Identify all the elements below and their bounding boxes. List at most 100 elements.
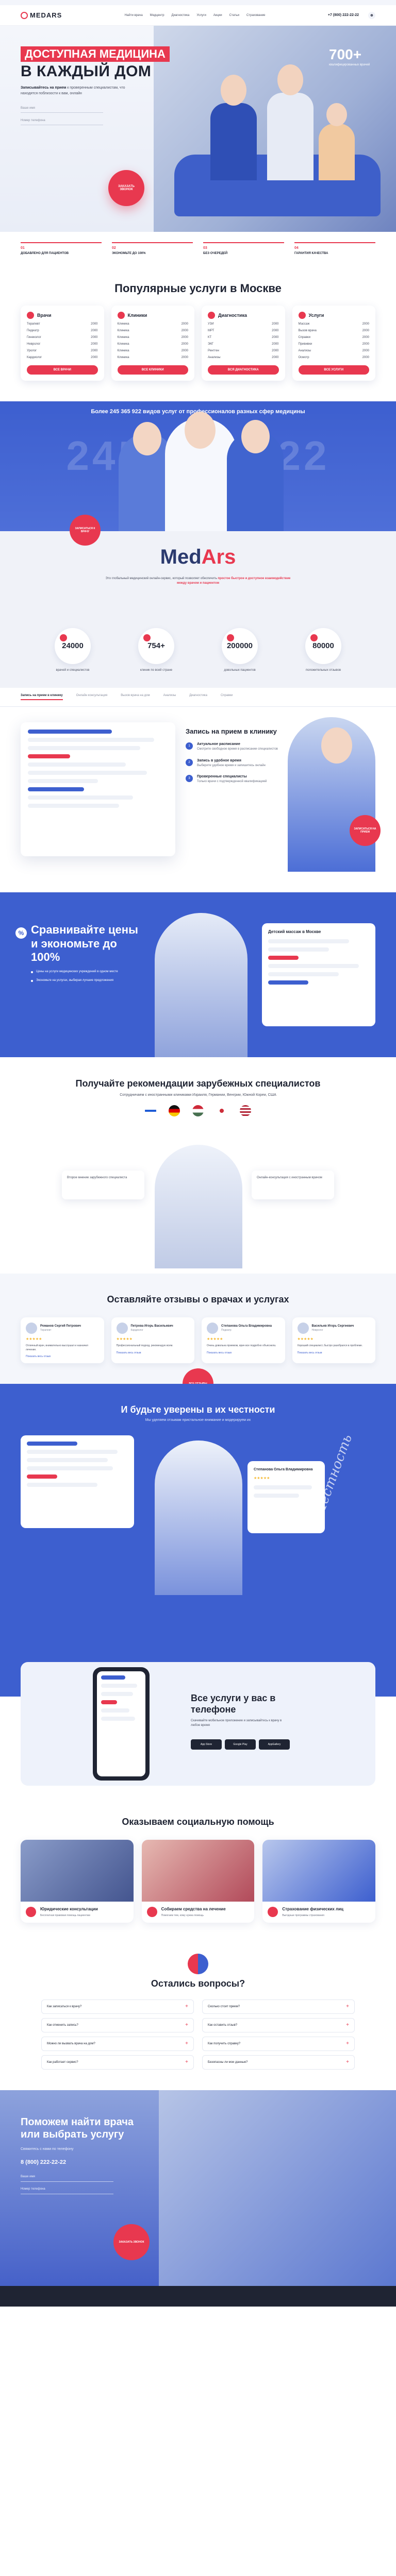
tab-certificates[interactable]: Справки	[221, 694, 233, 700]
header-phone[interactable]: +7 (800) 222-22-22	[328, 13, 359, 17]
service-row[interactable]: МРТ 2000	[208, 329, 279, 332]
phone-field[interactable]: Номер телефона	[21, 116, 103, 125]
service-row[interactable]: Терапевт 2000	[27, 323, 98, 326]
social-card[interactable]: Собираем средства на лечение Помогаем тем…	[141, 1840, 255, 1923]
nav-item[interactable]: Диагностика	[172, 14, 190, 17]
review-card: Васильев Игорь Сергеевич Невролог ★★★★★ Х…	[292, 1317, 375, 1364]
faq-item[interactable]: Как оставить отзыв? +	[202, 2018, 355, 2032]
service-all-button[interactable]: ВСЕ ВРАЧИ	[27, 365, 98, 375]
service-row[interactable]: Уролог 2000	[27, 349, 98, 352]
appgallery-button[interactable]: AppGallery	[259, 1739, 290, 1750]
doctor-figure	[155, 1145, 242, 1269]
social-card[interactable]: Страхование физических лиц Выгодные прогр…	[262, 1840, 376, 1923]
service-row[interactable]: Прививки 2000	[299, 343, 370, 346]
review-link[interactable]: Показать весь отзыв	[298, 1351, 371, 1354]
faq-item[interactable]: Сколько стоит прием? +	[202, 1999, 355, 2014]
services-cards: Врачи Терапевт 2000 Педиатр 2000 Гинеколог 200…	[21, 305, 375, 381]
service-row[interactable]: УЗИ 2000	[208, 323, 279, 326]
service-row[interactable]: Невролог 2000	[27, 343, 98, 346]
name-field[interactable]: Ваше имя	[21, 104, 103, 113]
tab-online[interactable]: Онлайн консультация	[76, 694, 108, 700]
service-card-head: Диагностика	[208, 311, 279, 319]
faq-item[interactable]: Как записаться к врачу? +	[41, 1999, 194, 2014]
service-row[interactable]: Клиника 2000	[118, 349, 189, 352]
nav-item[interactable]: Услуги	[196, 14, 206, 17]
service-row[interactable]: Вызов врача 2000	[299, 329, 370, 332]
honesty-section: И будьте уверены в их честности Мы уделя…	[0, 1384, 396, 1652]
stat-item: 80000 положительных отзывов	[292, 628, 354, 672]
feature-item: 04 ГАРАНТИЯ КАЧЕСТВА	[294, 242, 375, 256]
social-title: Оказываем социальную помощь	[122, 1817, 274, 1827]
doctor-head	[241, 419, 270, 453]
service-all-button[interactable]: ВСЯ ДИАГНОСТИКА	[208, 365, 279, 375]
google-play-button[interactable]: Google Play	[225, 1739, 256, 1750]
service-row[interactable]: Справки 2000	[299, 336, 370, 339]
hero-text: ДОСТУПНАЯ МЕДИЦИНА В КАЖДЫЙ ДОМ Записыва…	[21, 46, 175, 125]
service-row[interactable]: Кардиолог 2000	[27, 356, 98, 359]
shield-icon	[268, 1907, 278, 1918]
service-all-button[interactable]: ВСЕ УСЛУГИ	[298, 365, 369, 375]
header: MEDARS Найти врача Медцентр Диагностика …	[0, 5, 396, 26]
service-row[interactable]: Анализы 2000	[299, 349, 370, 352]
faq-item[interactable]: Безопасны ли мои данные? +	[202, 2055, 355, 2070]
app-title: Все услуги у вас в телефоне	[191, 1693, 276, 1715]
nav-item[interactable]: Статьи	[229, 14, 239, 17]
order-call-button[interactable]: ЗАКАЗАТЬ ЗВОНОК	[108, 170, 144, 206]
service-row[interactable]: Рентген 2000	[208, 349, 279, 352]
book-appointment-button[interactable]: ЗАПИСАТЬСЯ НА ПРИЕМ	[350, 815, 381, 846]
doctor-figure	[155, 913, 248, 1058]
service-row[interactable]: Клиника 2000	[118, 323, 189, 326]
review-link[interactable]: Показать весь отзыв	[207, 1351, 280, 1354]
reviews-section: Оставляйте отзывы о врачах и услугах Ром…	[0, 1274, 396, 1400]
social-card[interactable]: Юридические консультации Бесплатная право…	[21, 1840, 134, 1923]
person-head	[326, 103, 347, 126]
nav-item[interactable]: Акции	[213, 14, 222, 17]
service-all-button[interactable]: ВСЕ КЛИНИКИ	[117, 365, 188, 375]
service-row[interactable]: Клиника 2000	[118, 343, 189, 346]
faq-item[interactable]: Как работает сервис? +	[41, 2055, 194, 2070]
service-icon	[208, 311, 215, 319]
service-row[interactable]: Клиника 2000	[118, 329, 189, 332]
service-row[interactable]: Гинеколог 2000	[27, 336, 98, 339]
person-body	[210, 103, 257, 180]
book-doctor-button[interactable]: ЗАПИСАТЬСЯ К ВРАЧУ	[70, 514, 101, 546]
honesty-subtitle: Мы уделяем отзывам пристальное внимание …	[145, 1418, 251, 1422]
faq-item[interactable]: Можно ли вызвать врача на дом? +	[41, 2036, 194, 2051]
tab-record[interactable]: Запись на прием в клинику	[21, 694, 63, 701]
faq-item[interactable]: Как получить справку? +	[202, 2036, 355, 2051]
contact-phone[interactable]: 8 (800) 222-22-22	[21, 2159, 66, 2165]
tab-analyses[interactable]: Анализы	[163, 694, 176, 700]
service-row[interactable]: Осмотр 2000	[299, 356, 370, 359]
service-card-head: Клиники	[117, 311, 189, 319]
nav-item[interactable]: Медцентр	[150, 14, 164, 17]
app-store-button[interactable]: App Store	[191, 1739, 222, 1750]
hero: ДОСТУПНАЯ МЕДИЦИНА В КАЖДЫЙ ДОМ Записыва…	[0, 26, 396, 232]
order-call-button[interactable]: ЗАКАЗАТЬ ЗВОНОК	[113, 2224, 150, 2260]
service-row[interactable]: КТ 2000	[208, 336, 279, 339]
logo[interactable]: MEDARS	[21, 11, 62, 19]
foreign-subtitle: Сотрудничаем с иностранными клиниками Из…	[120, 1093, 276, 1097]
faq-item[interactable]: Как отменить запись? +	[41, 2018, 194, 2032]
review-link[interactable]: Показать весь отзыв	[117, 1351, 190, 1354]
service-row[interactable]: Клиника 2000	[118, 356, 189, 359]
nav-item[interactable]: Страхование	[246, 14, 265, 17]
service-icon	[298, 311, 306, 319]
service-row[interactable]: Клиника 2000	[118, 336, 189, 339]
phone-field[interactable]: Номер телефона	[21, 2185, 113, 2194]
service-row[interactable]: Анализы 2000	[208, 356, 279, 359]
star-rating-icon: ★★★★★	[207, 1337, 223, 1342]
tab-diagnostics[interactable]: Диагностика	[189, 694, 207, 700]
korea-flag-icon	[216, 1105, 227, 1116]
user-icon[interactable]: ☻	[368, 11, 375, 19]
name-field[interactable]: Ваше имя	[21, 2173, 113, 2182]
service-row[interactable]: Педиатр 2000	[27, 329, 98, 332]
tab-home-visit[interactable]: Вызов врача на дом	[121, 694, 150, 700]
heart-icon	[146, 1907, 157, 1918]
review-text: Отличный врач, внимательно выслушал и на…	[26, 1344, 89, 1351]
review-link[interactable]: Показать весь отзыв	[26, 1355, 99, 1358]
service-row[interactable]: Массаж 2000	[299, 323, 370, 326]
foreign-title: Получайте рекомендации зарубежных специа…	[75, 1078, 321, 1089]
service-row[interactable]: ЭКГ 2000	[208, 343, 279, 346]
law-icon	[26, 1907, 36, 1918]
nav-item[interactable]: Найти врача	[125, 14, 143, 17]
